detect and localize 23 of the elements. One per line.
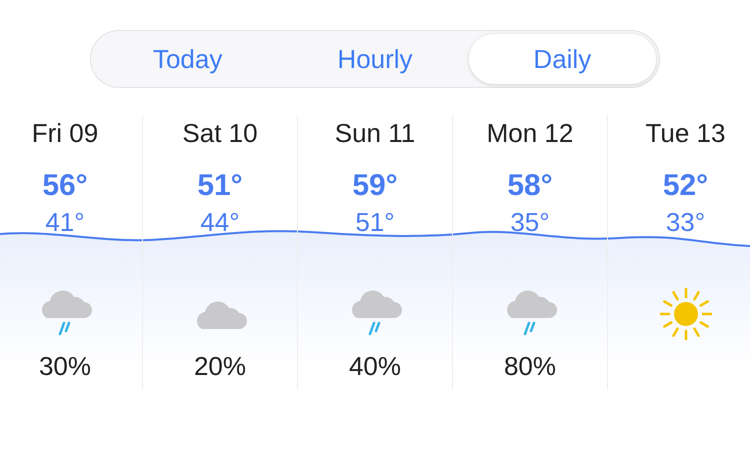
low-temperature: 44° (200, 206, 240, 239)
low-temperature: 51° (355, 206, 395, 239)
day-label: Fri 09 (32, 117, 98, 150)
low-temperature: 41° (45, 206, 85, 239)
precipitation-chance: 80% (504, 350, 556, 383)
tab[interactable]: Daily (468, 34, 656, 84)
high-temperature: 58° (507, 168, 553, 204)
day-label: Mon 12 (486, 117, 574, 150)
high-temperature: 56° (42, 168, 88, 204)
high-temperature: 52° (662, 168, 708, 204)
high-temperature: 51° (197, 168, 243, 204)
day-label: Sat 10 (182, 117, 258, 150)
tab[interactable]: Today (94, 34, 282, 84)
low-temperature: 33° (666, 206, 706, 239)
precipitation-chance: 20% (194, 350, 246, 383)
day-label: Tue 13 (646, 117, 726, 150)
precipitation-chance: 40% (348, 350, 402, 383)
sun-icon (658, 286, 714, 342)
low-temperature: 35° (510, 206, 550, 239)
high-temperature: 59° (352, 168, 398, 204)
day-label: Sun 11 (334, 117, 416, 150)
precipitation-chance: 30% (38, 350, 92, 383)
tab[interactable]: Hourly (281, 34, 469, 84)
